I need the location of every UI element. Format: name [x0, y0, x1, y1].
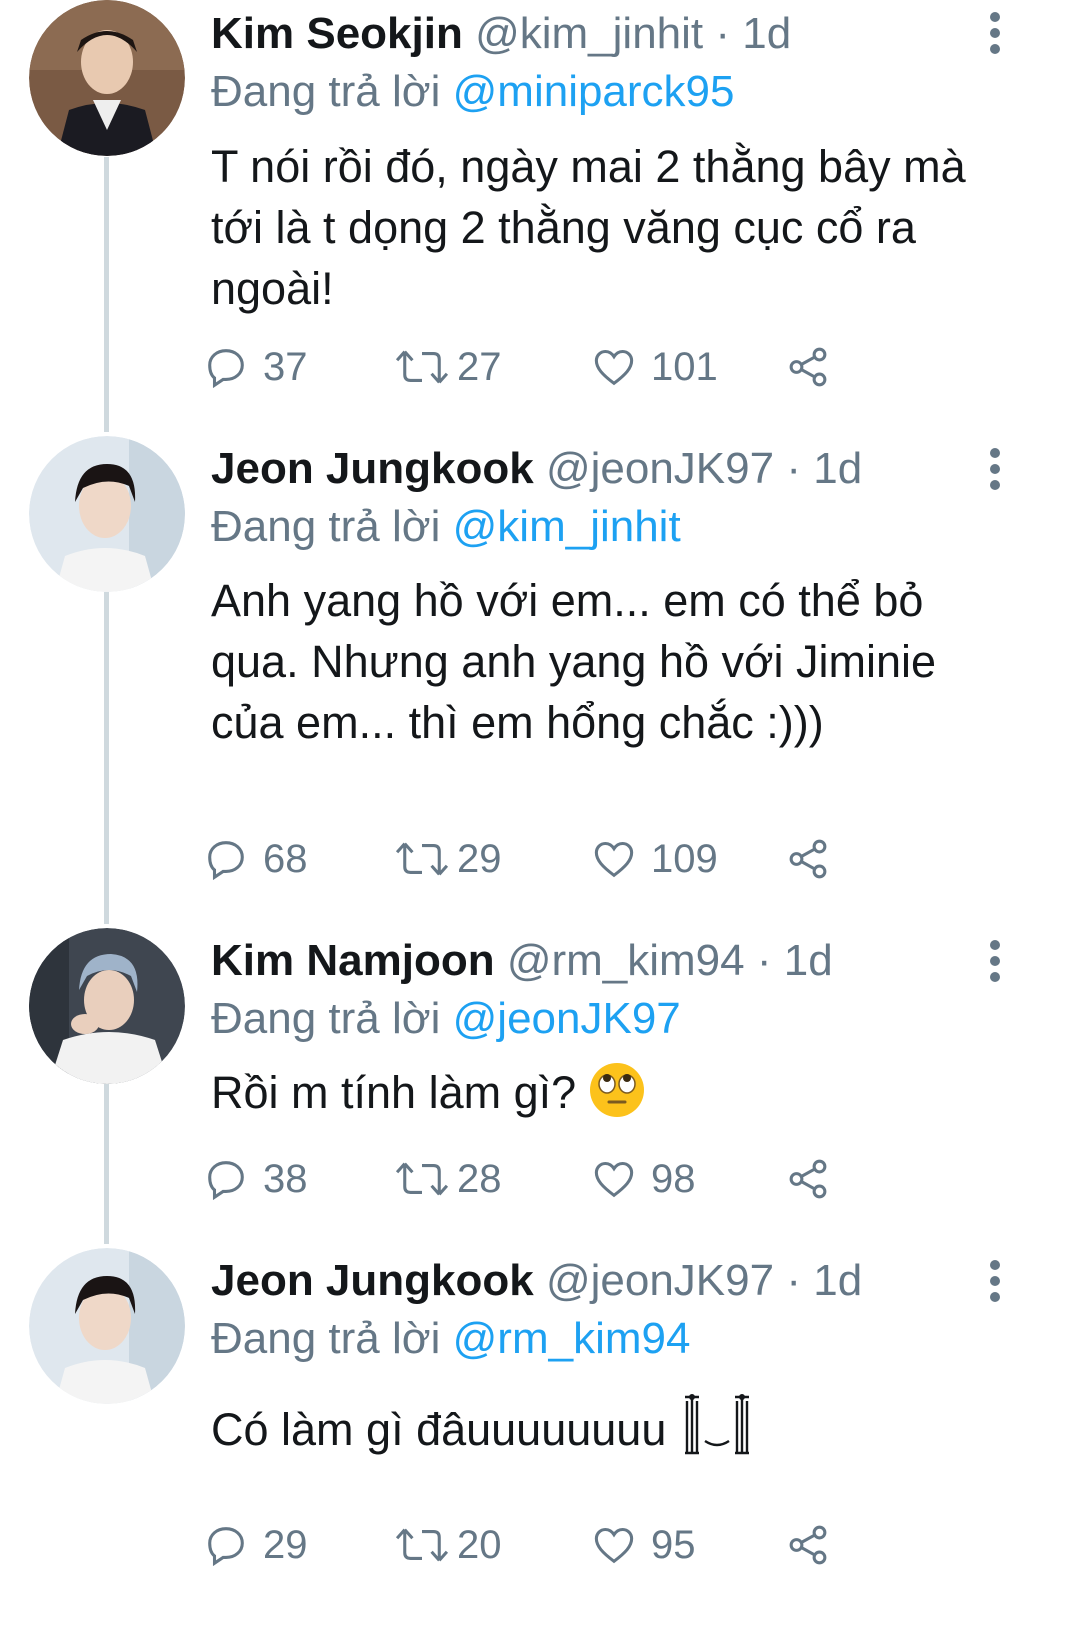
retweet-count: 29	[457, 836, 502, 881]
tweet-header: Kim Namjoon @rm_kim94 · 1d	[211, 931, 833, 991]
author-name[interactable]: Kim Seokjin	[211, 9, 463, 58]
avatar[interactable]	[29, 436, 185, 592]
tweet-header: Kim Seokjin @kim_jinhit · 1d	[211, 4, 791, 64]
reply-context: Đang trả lời @miniparck95	[211, 62, 735, 122]
reply-count: 38	[263, 1156, 308, 1201]
reply-context: Đang trả lời @kim_jinhit	[211, 497, 681, 557]
tweet[interactable]: Kim Seokjin @kim_jinhit · 1d Đang trả lờ…	[0, 0, 1080, 430]
reply-button[interactable]: 29	[203, 1520, 308, 1570]
tweet-text-row: Rồi m tính làm gì?	[211, 1062, 1011, 1123]
separator: ·	[786, 1256, 801, 1305]
reply-prefix: Đang trả lời	[211, 994, 441, 1043]
retweet-button[interactable]: 20	[393, 1520, 502, 1570]
retweet-button[interactable]: 28	[393, 1154, 502, 1204]
more-options-icon[interactable]	[986, 940, 1006, 988]
tweet-text: Có làm gì đâuuuuuuuu	[211, 1404, 667, 1455]
reply-icon	[208, 1527, 244, 1567]
like-button[interactable]: 109	[591, 834, 718, 884]
reply-button[interactable]: 37	[203, 342, 308, 392]
share-icon	[789, 839, 827, 879]
reply-context: Đang trả lời @jeonJK97	[211, 989, 681, 1049]
timestamp[interactable]: 1d	[813, 444, 862, 493]
reply-context: Đang trả lời @rm_kim94	[211, 1309, 690, 1369]
reply-to-handle[interactable]: @rm_kim94	[453, 1314, 691, 1363]
timestamp[interactable]: 1d	[813, 1256, 862, 1305]
reply-count: 68	[263, 836, 308, 881]
author-handle[interactable]: @kim_jinhit	[475, 9, 703, 58]
separator: ·	[715, 9, 731, 58]
eye-roll-emoji-icon	[589, 1063, 644, 1117]
author-handle[interactable]: @jeonJK97	[546, 444, 774, 493]
tweet[interactable]: Kim Namjoon @rm_kim94 · 1d Đang trả lời …	[0, 928, 1080, 1248]
like-count: 109	[651, 836, 718, 881]
heart-icon	[594, 349, 634, 386]
retweet-icon	[395, 842, 449, 876]
author-name[interactable]: Kim Namjoon	[211, 936, 495, 985]
share-button[interactable]	[785, 1520, 831, 1570]
tweet-text-row: Có làm gì đâuuuuuuuu	[211, 1391, 1011, 1460]
avatar[interactable]	[29, 928, 185, 1084]
tweet-header: Jeon Jungkook @jeonJK97 · 1d	[211, 439, 862, 499]
tweet-header: Jeon Jungkook @jeonJK97 · 1d	[211, 1251, 862, 1311]
author-name[interactable]: Jeon Jungkook	[211, 1256, 534, 1305]
avatar[interactable]	[29, 1248, 185, 1404]
retweet-count: 28	[457, 1156, 502, 1201]
timestamp[interactable]: 1d	[742, 9, 791, 58]
separator: ·	[756, 936, 772, 985]
tweet[interactable]: Jeon Jungkook @jeonJK97 · 1d Đang trả lờ…	[0, 436, 1080, 926]
reply-prefix: Đang trả lời	[211, 502, 441, 551]
heart-icon	[594, 1527, 634, 1564]
reply-count: 37	[263, 344, 308, 389]
more-options-icon[interactable]	[986, 12, 1006, 60]
like-count: 98	[651, 1156, 696, 1201]
reply-to-handle[interactable]: @miniparck95	[453, 67, 735, 116]
retweet-button[interactable]: 29	[393, 834, 502, 884]
share-icon	[789, 347, 827, 387]
like-button[interactable]: 95	[591, 1520, 696, 1570]
more-options-icon[interactable]	[986, 448, 1006, 496]
separator: ·	[786, 444, 801, 493]
author-handle[interactable]: @rm_kim94	[507, 936, 745, 985]
like-button[interactable]: 98	[591, 1154, 696, 1204]
like-count: 101	[651, 344, 718, 389]
share-icon	[789, 1159, 827, 1199]
tweet-text: Anh yang hồ với em... em có thể bỏ qua. …	[211, 575, 937, 748]
kaomoji-icon	[684, 1394, 749, 1455]
heart-icon	[594, 1161, 634, 1198]
retweet-count: 20	[457, 1522, 502, 1567]
reply-count: 29	[263, 1522, 308, 1567]
retweet-icon	[395, 1162, 449, 1196]
reply-button[interactable]: 38	[203, 1154, 308, 1204]
reply-to-handle[interactable]: @jeonJK97	[453, 994, 681, 1043]
share-button[interactable]	[785, 342, 831, 392]
avatar[interactable]	[29, 0, 185, 156]
like-count: 95	[651, 1522, 696, 1567]
reply-button[interactable]: 68	[203, 834, 308, 884]
reply-prefix: Đang trả lời	[211, 1314, 441, 1363]
reply-to-handle[interactable]: @kim_jinhit	[453, 502, 681, 551]
retweet-icon	[395, 1528, 449, 1562]
tweet[interactable]: Jeon Jungkook @jeonJK97 · 1d Đang trả lờ…	[0, 1248, 1080, 1645]
share-button[interactable]	[785, 1154, 831, 1204]
author-name[interactable]: Jeon Jungkook	[211, 444, 534, 493]
author-handle[interactable]: @jeonJK97	[546, 1256, 774, 1305]
tweet-text: Rồi m tính làm gì?	[211, 1067, 577, 1118]
reply-icon	[208, 841, 244, 881]
retweet-button[interactable]: 27	[393, 342, 502, 392]
retweet-count: 27	[457, 344, 502, 389]
reply-prefix: Đang trả lời	[211, 67, 441, 116]
retweet-icon	[395, 350, 449, 384]
tweet-text: T nói rồi đó, ngày mai 2 thằng bây mà tớ…	[211, 141, 966, 314]
heart-icon	[594, 841, 634, 878]
like-button[interactable]: 101	[591, 342, 718, 392]
reply-icon	[208, 349, 244, 389]
reply-icon	[208, 1161, 244, 1201]
more-options-icon[interactable]	[986, 1260, 1006, 1308]
timestamp[interactable]: 1d	[784, 936, 833, 985]
share-icon	[789, 1525, 827, 1565]
share-button[interactable]	[785, 834, 831, 884]
